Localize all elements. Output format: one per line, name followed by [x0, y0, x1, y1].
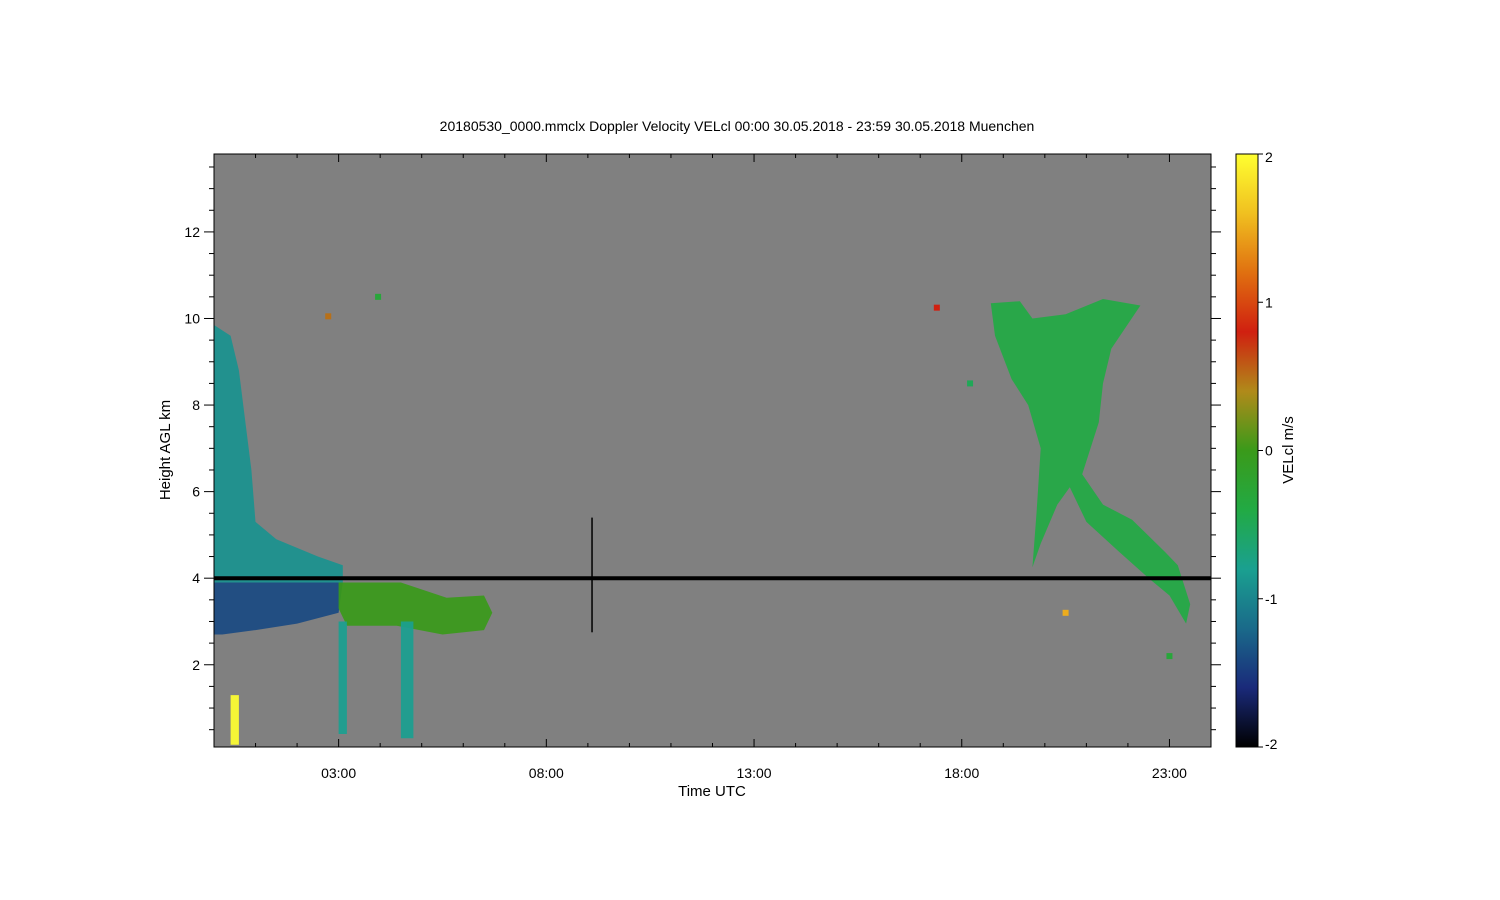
colorbar: -2 -1 0 1 2: [1235, 149, 1278, 752]
x-axis-label: Time UTC: [678, 783, 746, 800]
echo-point-4: [1062, 609, 1069, 616]
echo-region-3: [338, 621, 347, 734]
y-tick-label: 4: [192, 570, 200, 586]
y-tick-label: 8: [192, 397, 200, 413]
echo-point-2: [933, 304, 940, 311]
echo-point-1: [375, 293, 382, 300]
echo-region-4: [400, 621, 414, 739]
x-tick-label: 03:00: [321, 765, 356, 781]
echo-region-6: [230, 695, 239, 745]
colorbar-tick-label: -1: [1265, 591, 1278, 607]
y-axis-label: Height AGL km: [157, 400, 174, 500]
doppler-velocity-plot: 20180530_0000.mmclx Doppler Velocity VEL…: [157, 118, 1297, 800]
colorbar-tick-label: 1: [1265, 294, 1273, 310]
x-tick-label: 13:00: [737, 765, 772, 781]
plot-area: [213, 153, 1212, 748]
x-tick-label: 23:00: [1152, 765, 1187, 781]
y-tick-label: 6: [192, 484, 200, 500]
colorbar-label: VELcl m/s: [1280, 416, 1297, 484]
chart-title: 20180530_0000.mmclx Doppler Velocity VEL…: [440, 118, 1035, 134]
colorbar-tick-label: 2: [1265, 149, 1273, 165]
colorbar-tick-label: 0: [1265, 443, 1273, 459]
colorbar-tick-label: -2: [1265, 736, 1278, 752]
x-tick-label: 08:00: [529, 765, 564, 781]
echo-point-5: [1166, 653, 1173, 660]
echo-point-0: [325, 313, 332, 320]
y-tick-label: 2: [192, 657, 200, 673]
colorbar-gradient: [1235, 153, 1259, 748]
x-tick-label: 18:00: [944, 765, 979, 781]
y-tick-label: 12: [184, 224, 200, 240]
y-tick-label: 10: [184, 310, 200, 326]
echo-point-3: [967, 380, 974, 387]
